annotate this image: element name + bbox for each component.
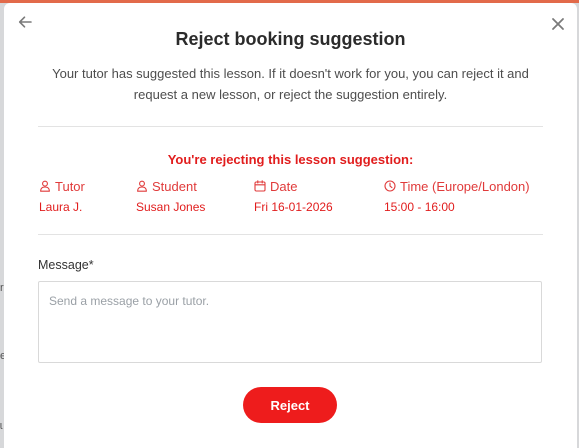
reject-booking-dialog: Reject booking suggestion Your tutor has… — [4, 3, 577, 448]
divider — [38, 126, 543, 127]
detail-time-label: Time (Europe/London) — [400, 178, 530, 194]
calendar-icon — [254, 180, 266, 192]
detail-student-label: Student — [152, 178, 197, 194]
detail-student: Student Susan Jones — [136, 178, 206, 215]
rejection-warning: You're rejecting this lesson suggestion: — [167, 152, 414, 167]
reject-button[interactable]: Reject — [243, 387, 337, 423]
detail-date-header: Date — [254, 178, 333, 194]
detail-time-header: Time (Europe/London) — [384, 178, 530, 194]
detail-tutor-label: Tutor — [55, 178, 85, 194]
detail-date-value: Fri 16-01-2026 — [254, 200, 333, 214]
dialog-subtitle: Your tutor has suggested this lesson. If… — [52, 66, 529, 102]
user-icon — [40, 180, 50, 192]
detail-time-value: 15:00 - 16:00 — [384, 200, 455, 214]
background-fragment: ɩ — [0, 420, 3, 432]
divider — [38, 234, 543, 235]
detail-time: Time (Europe/London) 15:00 - 16:00 — [384, 178, 530, 215]
detail-student-header: Student — [136, 178, 205, 194]
detail-tutor-value: Laura J. — [39, 200, 83, 214]
detail-student-value: Susan Jones — [136, 200, 206, 214]
user-icon — [137, 180, 147, 192]
detail-date-label: Date — [270, 178, 298, 194]
arrow-left-icon — [18, 16, 32, 28]
message-textarea[interactable] — [38, 281, 542, 363]
detail-tutor-header: Tutor — [39, 178, 85, 194]
clock-icon — [384, 180, 396, 192]
dialog-title: Reject booking suggestion — [175, 29, 406, 49]
detail-tutor: Tutor Laura J. — [39, 178, 85, 215]
detail-date: Date Fri 16-01-2026 — [254, 178, 333, 215]
message-label: Message* — [38, 258, 94, 272]
